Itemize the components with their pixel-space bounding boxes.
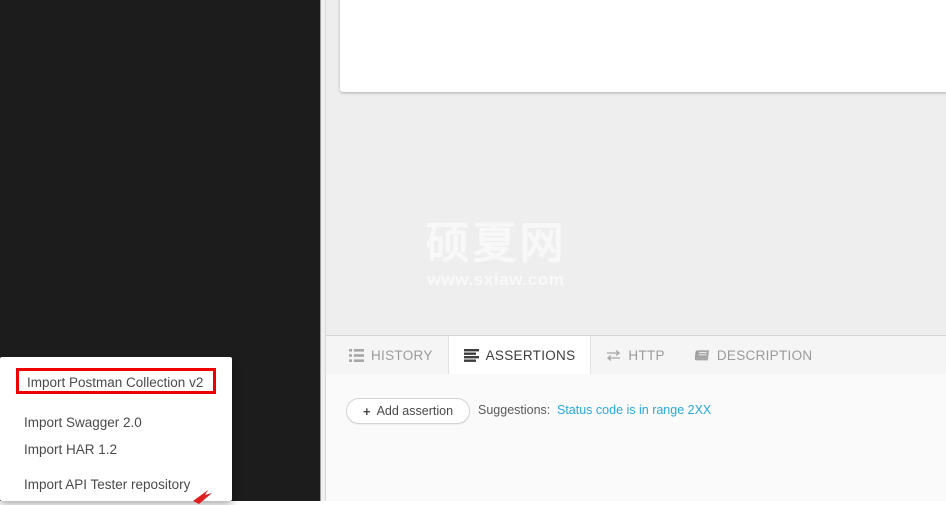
tab-description[interactable]: DESCRIPTION <box>680 336 828 375</box>
bottom-tab-bar: HISTORY ASSERTIONS HTTP DESCRIPTION <box>326 335 946 375</box>
import-dropdown-menu: Import Postman Collection v2 Import Swag… <box>0 357 232 501</box>
menu-item-import-api-tester-repository[interactable]: Import API Tester repository <box>0 472 190 497</box>
menu-item-import-har[interactable]: Import HAR 1.2 <box>0 437 117 462</box>
response-card: Response Not available, a request has no… <box>340 0 946 92</box>
sidebar-resize-divider[interactable] <box>320 0 326 501</box>
tab-assertions[interactable]: ASSERTIONS <box>447 336 592 375</box>
plus-icon: + <box>363 403 371 419</box>
tab-http-label: HTTP <box>628 348 665 363</box>
exchange-arrows-icon <box>606 348 621 363</box>
suggestions-label: Suggestions: <box>478 403 551 417</box>
list-icon <box>349 348 364 363</box>
assertions-icon <box>463 348 479 363</box>
add-assertion-button[interactable]: + Add assertion <box>346 398 471 424</box>
tab-history-label: HISTORY <box>371 348 433 363</box>
menu-item-import-swagger[interactable]: Import Swagger 2.0 <box>0 410 142 435</box>
menu-item-import-postman-collection[interactable]: Import Postman Collection v2 <box>16 368 216 394</box>
tab-http[interactable]: HTTP <box>591 336 679 375</box>
main-content-area: Response Not available, a request has no… <box>326 0 946 501</box>
tab-description-label: DESCRIPTION <box>716 348 813 363</box>
watermark-chinese-text: 硕夏网 <box>425 218 567 269</box>
book-icon <box>694 348 710 363</box>
watermark-url-text: www.sxiaw.com <box>427 270 565 289</box>
add-assertion-label: Add assertion <box>376 404 454 418</box>
tab-history[interactable]: HISTORY <box>334 336 448 375</box>
site-watermark: 硕夏网 www.sxiaw.com <box>386 218 606 290</box>
tab-assertions-label: ASSERTIONS <box>485 348 576 363</box>
suggestion-status-code-link[interactable]: Status code is in range 2XX <box>557 403 711 417</box>
assertions-panel: + Add assertion Suggestions: Status code… <box>326 374 946 501</box>
